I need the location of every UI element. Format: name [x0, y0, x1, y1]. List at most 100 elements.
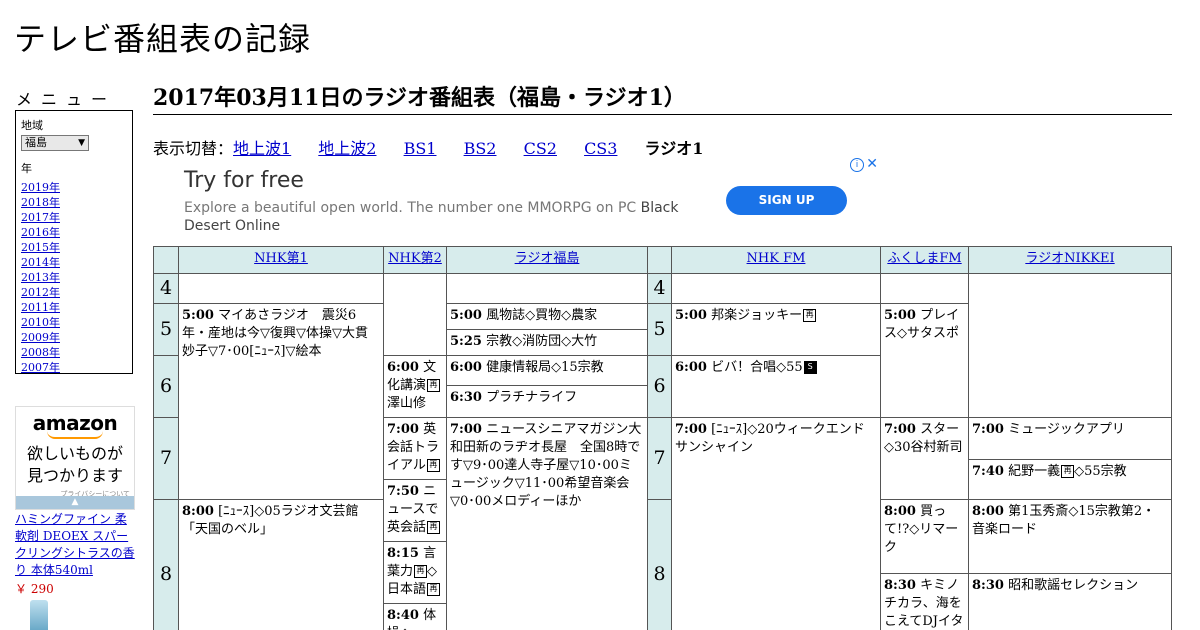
channel-link-nhk2[interactable]: NHK第2 — [388, 251, 442, 266]
year-link-2008[interactable]: 2008年 — [21, 346, 60, 359]
program-cell[interactable]: 7:00 ミュージックアプリ — [968, 417, 1172, 460]
year-link-2011[interactable]: 2011年 — [21, 301, 60, 314]
channel-header-nhk-fm: NHK FM — [671, 246, 881, 274]
program-cell-empty — [178, 273, 384, 304]
program-time: 7:00 — [675, 422, 707, 437]
channel-link-fukushima-fm[interactable]: ふくしまFM — [887, 251, 961, 266]
ad-signup-button[interactable]: SIGN UP — [726, 186, 847, 215]
program-time: 8:00 — [182, 504, 214, 519]
rebroadcast-icon: 再 — [427, 583, 441, 596]
hour-label: 5 — [159, 318, 173, 340]
program-cell[interactable]: 8:15 言葉力再 ◇日本語再 — [383, 541, 447, 604]
banner-ad[interactable]: Try for free Explore a beautiful open wo… — [153, 156, 880, 246]
program-title-cont: ◇55宗教 — [1074, 464, 1127, 479]
program-cell[interactable]: 7:00 スター◇30谷村新司 — [880, 417, 969, 500]
program-time: 8:30 — [972, 578, 1004, 593]
amazon-ad[interactable]: amazon 欲しいものが 見つかります プライバシーについて ▲ — [15, 406, 135, 510]
program-cell[interactable]: 8:00 買って!?◇リマーク — [880, 499, 969, 574]
channel-link-radio-nikkei[interactable]: ラジオNIKKEI — [1025, 251, 1114, 266]
program-time: 5:00 — [182, 308, 214, 323]
program-cell[interactable]: 7:40 紀野一義再 ◇55宗教 — [968, 459, 1172, 500]
ad-desc-text: Explore a beautiful open world. The numb… — [184, 200, 641, 216]
program-cell[interactable]: 8:00 第1玉秀斎◇15宗教第2・音楽ロード — [968, 499, 1172, 574]
program-cell[interactable]: 7:00 [ﾆｭｰｽ]◇20ウィークエンドサンシャイン — [671, 417, 881, 630]
year-link-2007[interactable]: 2007年 — [21, 361, 60, 374]
region-select[interactable]: 福島 ▼ — [21, 135, 89, 151]
program-cell[interactable]: 7:00 ニュースシニアマガジン大和田新のラヂオ長屋 全国8時です▽9･00達人… — [446, 417, 648, 630]
menu-label: メニュー — [16, 90, 117, 109]
ad-close-icon[interactable]: ✕ — [866, 156, 878, 172]
product-bottle-icon[interactable] — [30, 600, 48, 630]
program-cell[interactable]: 7:00 英会話トライアル再 — [383, 417, 447, 480]
rebroadcast-icon: 再 — [427, 379, 441, 392]
program-time: 6:00 — [450, 360, 482, 375]
hour-cell: 7 — [647, 417, 672, 500]
header-corner-left — [153, 246, 179, 274]
rebroadcast-icon: 再 — [803, 309, 817, 322]
site-title: テレビ番組表の記録 — [14, 20, 312, 58]
program-time: 7:00 — [972, 422, 1004, 437]
ad-title[interactable]: Try for free — [184, 168, 304, 193]
program-cell[interactable]: 8:30 昭和歌謡セレクション — [968, 573, 1172, 630]
program-cell[interactable]: 5:00 邦楽ジョッキー再 — [671, 303, 881, 356]
program-time: 7:00 — [884, 422, 916, 437]
year-link-2016[interactable]: 2016年 — [21, 226, 60, 239]
hour-label: 8 — [653, 563, 666, 585]
year-link-2018[interactable]: 2018年 — [21, 196, 60, 209]
program-time: 6:00 — [675, 360, 707, 375]
hour-label: 5 — [653, 318, 666, 340]
hour-label: 6 — [159, 375, 173, 397]
program-time: 8:15 — [387, 546, 419, 561]
channel-link-nhk-fm[interactable]: NHK FM — [747, 251, 806, 266]
program-title: 宗教◇消防団◇大竹 — [486, 334, 598, 349]
hour-label: 4 — [653, 277, 666, 299]
amazon-copy: 欲しいものが 見つかります — [16, 443, 134, 487]
channel-link-radio-fukushima[interactable]: ラジオ福島 — [515, 251, 580, 266]
program-cell[interactable]: 8:30 キミノチカラ、海をこえてDJイタル — [880, 573, 969, 630]
program-time: 5:00 — [884, 308, 916, 323]
hour-label: 7 — [653, 447, 666, 469]
hour-cell: 4 — [153, 273, 179, 304]
ad-description[interactable]: Explore a beautiful open world. The numb… — [184, 199, 684, 235]
program-cell[interactable]: 5:00 プレイス◇サタスポ — [880, 303, 969, 418]
amazon-logo: amazon — [32, 411, 118, 435]
program-title-cont: 澤山修 — [387, 396, 427, 411]
program-title: 昭和歌謡セレクション — [1008, 578, 1139, 593]
program-cell-empty — [383, 273, 447, 356]
channel-link-nhk1[interactable]: NHK第1 — [254, 251, 308, 266]
hour-cell: 8 — [647, 499, 672, 630]
hour-label: 8 — [159, 563, 173, 585]
program-cell[interactable]: 6:00 文化講演 再澤山修 — [383, 355, 447, 418]
year-link-2010[interactable]: 2010年 — [21, 316, 60, 329]
year-link-2009[interactable]: 2009年 — [21, 331, 60, 344]
hour-cell: 6 — [647, 355, 672, 418]
year-link-2014[interactable]: 2014年 — [21, 256, 60, 269]
chevron-down-icon: ▼ — [78, 138, 85, 148]
program-cell[interactable]: 6:00 健康情報局◇15宗教 — [446, 355, 648, 386]
year-link-2019[interactable]: 2019年 — [21, 181, 60, 194]
year-link-2012[interactable]: 2012年 — [21, 286, 60, 299]
rebroadcast-icon: 再 — [426, 459, 440, 472]
program-cell[interactable]: 5:00 風物誌◇買物◇農家 — [446, 303, 648, 330]
year-link-2015[interactable]: 2015年 — [21, 241, 60, 254]
amazon-scroll-up-icon[interactable]: ▲ — [16, 496, 134, 509]
program-cell-empty — [446, 273, 648, 304]
rebroadcast-icon: 再 — [1061, 465, 1075, 478]
year-link-2013[interactable]: 2013年 — [21, 271, 60, 284]
program-time: 7:40 — [972, 464, 1004, 479]
program-cell[interactable]: 8:40 体操◇ — [383, 603, 447, 630]
program-cell[interactable]: 5:00 マイあさラジオ 震災6年・産地は今▽復興▽体操▽大貫妙子▽7･00[ﾆ… — [178, 303, 384, 500]
channel-header-fukushima-fm: ふくしまFM — [880, 246, 969, 274]
ad-info-icon[interactable]: i — [850, 158, 864, 172]
program-cell[interactable]: 6:30 プラチナライフ — [446, 385, 648, 418]
program-cell[interactable]: 5:25 宗教◇消防団◇大竹 — [446, 329, 648, 356]
year-link-2017[interactable]: 2017年 — [21, 211, 60, 224]
product-link[interactable]: ハミングファイン 柔軟剤 DEOEX スパークリングシトラスの香り 本体540m… — [15, 511, 137, 579]
program-cell[interactable]: 7:50 ニュースで英会話再 — [383, 479, 447, 542]
program-cell[interactable]: 8:00 [ﾆｭｰｽ]◇05ラジオ文芸館「天国のベル」 — [178, 499, 384, 630]
program-cell[interactable]: 6:00 ビバ！合唱◇55 S — [671, 355, 881, 418]
hour-cell: 4 — [647, 273, 672, 304]
page-heading: 2017年03月11日のラジオ番組表（福島・ラジオ1） — [153, 84, 1172, 115]
product-price: ￥ 290 — [15, 582, 54, 596]
menu-box: 地域 福島 ▼ 年 2019年 2018年 2017年 2016年 2015年 … — [15, 110, 133, 374]
